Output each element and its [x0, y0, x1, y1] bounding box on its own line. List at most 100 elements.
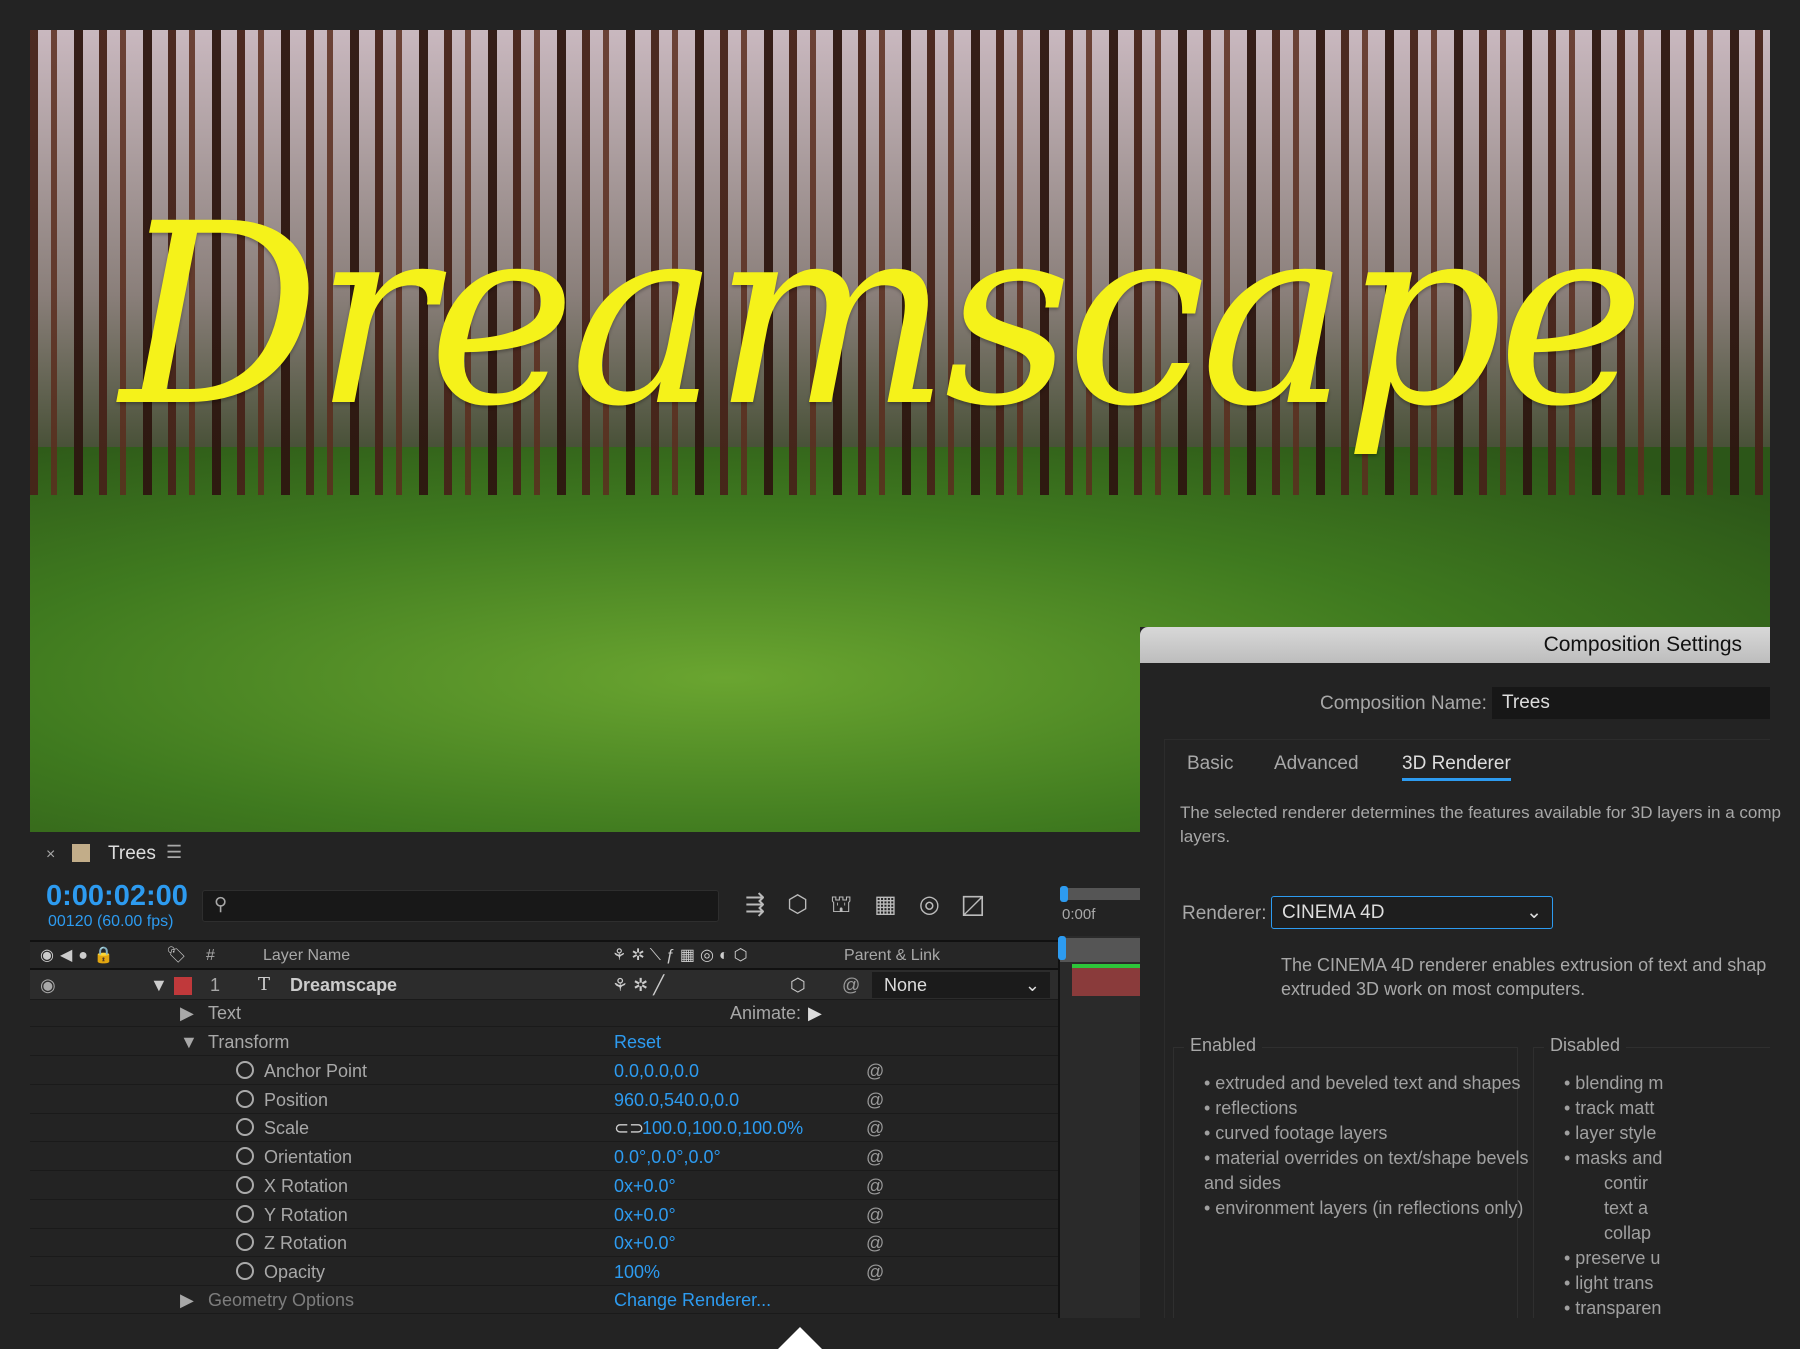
time-ruler-label: 0:00f [1062, 906, 1096, 923]
shy-layers-icon[interactable]: ⛫ [830, 891, 874, 918]
right-marker-icon [1778, 891, 1800, 935]
shy-switch-icon[interactable]: ⚘ ✲ ╱ [612, 970, 664, 1000]
layer-name[interactable]: Dreamscape [290, 970, 397, 1000]
expression-pickwhip-icon[interactable]: @ [866, 1229, 884, 1257]
disabled-feature: text a [1604, 1198, 1649, 1218]
property-row[interactable]: Opacity 100% @ [30, 1258, 1058, 1286]
graph-editor-icon[interactable]: ⧄ [962, 891, 1006, 918]
disabled-feature: • light trans [1564, 1273, 1654, 1293]
property-value[interactable]: 0x+0.0° [614, 1229, 676, 1257]
disabled-feature: contir [1604, 1173, 1649, 1193]
current-timecode[interactable]: 0:00:02:00 [46, 880, 188, 913]
comp-tab-name[interactable]: Trees [108, 843, 156, 865]
close-tab-icon[interactable]: × [46, 846, 55, 864]
expression-pickwhip-icon[interactable]: @ [866, 1086, 884, 1114]
stopwatch-icon[interactable] [236, 1204, 254, 1223]
property-row[interactable]: Scale ⊂⊃ 100.0,100.0,100.0% @ [30, 1114, 1058, 1143]
property-value[interactable]: 0x+0.0° [614, 1172, 676, 1200]
transform-group-row[interactable]: ▼ Transform Reset [30, 1028, 1058, 1056]
geometry-options-label: Geometry Options [208, 1290, 355, 1310]
dreamscape-text-layer[interactable]: Dreamscape [120, 170, 1720, 461]
comp-name-input[interactable] [1492, 687, 1770, 719]
disabled-feature: • preserve u [1564, 1248, 1661, 1268]
3d-layer-icon[interactable]: ⬡ [790, 970, 806, 1000]
bottom-marker-icon [778, 1305, 822, 1349]
layer-label-color[interactable] [174, 977, 192, 995]
work-area-bar[interactable] [1060, 938, 1140, 962]
parent-dropdown[interactable]: None ⌄ [872, 972, 1050, 998]
property-row[interactable]: Z Rotation 0x+0.0° @ [30, 1229, 1058, 1258]
property-value[interactable]: 100% [614, 1258, 660, 1286]
property-row[interactable]: Orientation 0.0°,0.0°,0.0° @ [30, 1143, 1058, 1172]
motion-blur-icon[interactable]: ◎ [919, 891, 962, 918]
eye-icon[interactable]: ◉ [40, 970, 56, 1000]
layer-row[interactable]: ◉ ▼ 1 T Dreamscape ⚘ ✲ ╱ ⬡ @ None ⌄ [30, 970, 1058, 1000]
property-name: Opacity [264, 1261, 326, 1282]
stopwatch-icon[interactable] [236, 1175, 254, 1194]
reset-link[interactable]: Reset [614, 1028, 661, 1056]
disabled-feature: • track matt [1564, 1098, 1655, 1118]
search-icon[interactable]: ⚲ [214, 894, 227, 915]
enabled-feature: • environment layers (in reflections onl… [1204, 1198, 1524, 1218]
property-row[interactable]: Position 960.0,540.0,0.0 @ [30, 1086, 1058, 1114]
change-renderer-link[interactable]: Change Renderer... [614, 1286, 771, 1314]
column-parent-link[interactable]: Parent & Link [844, 942, 940, 970]
property-value[interactable]: 0x+0.0° [614, 1201, 676, 1229]
layer-search-input[interactable] [202, 890, 719, 922]
constrain-link-icon[interactable]: ⊂⊃ [614, 1114, 644, 1142]
label-tag-icon: 🏷 [166, 947, 187, 964]
renderer-value: CINEMA 4D [1282, 902, 1385, 923]
expression-pickwhip-icon[interactable]: @ [866, 1143, 884, 1171]
tab-advanced[interactable]: Advanced [1274, 753, 1359, 775]
property-row[interactable]: Anchor Point 0.0,0.0,0.0 @ [30, 1057, 1058, 1085]
property-name: X Rotation [264, 1175, 349, 1196]
expand-arrow-icon[interactable]: ▶ [180, 1286, 194, 1314]
chevron-down-icon: ⌄ [1526, 902, 1542, 923]
time-navigator[interactable] [1060, 888, 1140, 900]
collapse-arrow-icon[interactable]: ▼ [180, 1028, 198, 1056]
expand-arrow-icon[interactable]: ▶ [180, 999, 194, 1027]
expression-pickwhip-icon[interactable]: @ [866, 1258, 884, 1286]
property-value[interactable]: 960.0,540.0,0.0 [614, 1086, 739, 1114]
property-row[interactable]: Y Rotation 0x+0.0° @ [30, 1201, 1058, 1229]
column-layer-name[interactable]: Layer Name [263, 942, 350, 970]
comp-flowchart-icon[interactable]: ⇶ [745, 891, 787, 918]
draft-3d-icon[interactable]: ⬡ [787, 891, 830, 918]
frame-blending-icon[interactable]: ▦ [874, 891, 919, 918]
text-group-row[interactable]: ▶ Text Animate: ▶ [30, 999, 1058, 1027]
collapse-arrow-icon[interactable]: ▼ [150, 970, 168, 1000]
property-value[interactable]: 0.0°,0.0°,0.0° [614, 1143, 721, 1171]
stopwatch-icon[interactable] [236, 1118, 254, 1137]
tab-basic[interactable]: Basic [1187, 753, 1233, 775]
expression-pickwhip-icon[interactable]: @ [866, 1172, 884, 1200]
transform-label: Transform [208, 1032, 290, 1052]
current-time-indicator[interactable] [1058, 936, 1066, 960]
disabled-feature: • blending m [1564, 1073, 1664, 1093]
animate-menu-icon[interactable]: ▶ [808, 999, 822, 1027]
expression-pickwhip-icon[interactable]: @ [866, 1114, 884, 1142]
renderer-description-2: extruded 3D work on most computers. [1281, 979, 1586, 999]
property-row[interactable]: X Rotation 0x+0.0° @ [30, 1172, 1058, 1200]
expression-pickwhip-icon[interactable]: @ [866, 1057, 884, 1085]
hamburger-icon[interactable]: ☰ [166, 842, 182, 863]
renderer-label: Renderer: [1182, 903, 1267, 924]
disabled-feature: collap [1604, 1223, 1652, 1243]
enabled-feature: • curved footage layers [1204, 1123, 1388, 1143]
property-value[interactable]: 0.0,0.0,0.0 [614, 1057, 699, 1085]
pick-whip-icon[interactable]: @ [842, 970, 860, 1000]
av-switch-icons: ◉◀●🔒 [40, 947, 120, 964]
stopwatch-icon[interactable] [236, 1089, 254, 1108]
left-marker-icon [0, 962, 22, 1006]
expression-pickwhip-icon[interactable]: @ [866, 1201, 884, 1229]
stopwatch-icon[interactable] [236, 1261, 254, 1280]
stopwatch-icon[interactable] [236, 1233, 254, 1252]
renderer-dropdown[interactable]: CINEMA 4D ⌄ [1271, 896, 1553, 929]
geometry-options-row[interactable]: ▶ Geometry Options Change Renderer... [30, 1286, 1058, 1314]
navigator-start-handle[interactable] [1060, 886, 1068, 902]
stopwatch-icon[interactable] [236, 1147, 254, 1166]
property-value[interactable]: 100.0,100.0,100.0% [642, 1114, 803, 1142]
layer-duration-bar[interactable] [1072, 964, 1140, 996]
tab-3d-renderer[interactable]: 3D Renderer [1402, 753, 1511, 781]
stopwatch-icon[interactable] [236, 1061, 254, 1079]
enabled-feature: and sides [1204, 1173, 1282, 1193]
